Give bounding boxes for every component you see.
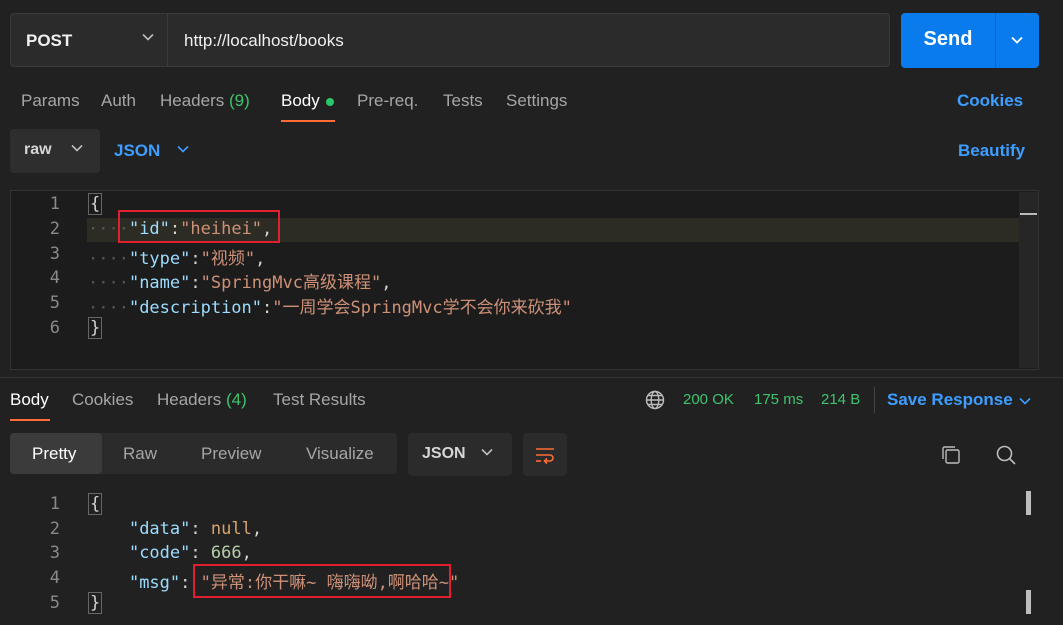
json-value: "一周学会SpringMvc学不会你来砍我" xyxy=(272,298,572,318)
tab-prereq[interactable]: Pre-req. xyxy=(357,91,418,111)
code-line: { xyxy=(88,193,103,215)
view-raw-button[interactable]: Raw xyxy=(123,444,157,464)
tab-headers[interactable]: Headers (9) xyxy=(160,91,250,111)
code-line: } xyxy=(88,317,103,339)
line-number: 4 xyxy=(49,568,60,588)
code-line: "code": 666, xyxy=(128,543,252,563)
headers-count: (9) xyxy=(229,91,250,110)
response-tab-cookies[interactable]: Cookies xyxy=(72,390,133,410)
response-size[interactable]: 214 B xyxy=(821,391,860,408)
scrollbar-marker xyxy=(1020,213,1037,215)
code-line: } xyxy=(88,592,103,614)
line-number: 6 xyxy=(49,318,60,338)
json-value: null xyxy=(210,519,252,539)
editor-scrollbar[interactable] xyxy=(1019,192,1038,368)
body-modified-dot xyxy=(326,98,334,106)
json-key: "data" xyxy=(128,519,191,539)
response-tab-test-results[interactable]: Test Results xyxy=(273,390,366,410)
send-label: Send xyxy=(923,28,973,50)
pane-divider[interactable] xyxy=(0,377,1063,378)
response-time[interactable]: 175 ms xyxy=(754,391,803,408)
json-value: 666 xyxy=(210,543,242,563)
active-tab-underline xyxy=(10,419,50,421)
response-tab-headers[interactable]: Headers (4) xyxy=(157,390,247,410)
line-number: 3 xyxy=(49,244,60,264)
open-brace: { xyxy=(88,193,103,215)
response-scrollbar[interactable] xyxy=(1026,491,1031,515)
close-brace: } xyxy=(88,317,103,339)
response-tab-body[interactable]: Body xyxy=(10,390,49,410)
line-number: 2 xyxy=(49,519,60,539)
url-text: http://localhost/books xyxy=(184,31,344,50)
code-line: "data": null, xyxy=(128,519,263,539)
wrap-lines-button[interactable] xyxy=(523,433,567,476)
response-language-select[interactable]: JSON xyxy=(408,433,512,476)
open-brace: { xyxy=(88,493,103,515)
response-language-label: JSON xyxy=(422,445,466,462)
active-tab-underline xyxy=(281,120,335,122)
view-visualize-button[interactable]: Visualize xyxy=(306,444,374,464)
beautify-button[interactable]: Beautify xyxy=(958,141,1025,161)
tab-headers-label: Headers xyxy=(160,91,225,110)
close-brace: } xyxy=(88,592,103,614)
response-headers-count: (4) xyxy=(226,390,247,409)
response-tab-headers-label: Headers xyxy=(157,390,222,409)
view-preview-button[interactable]: Preview xyxy=(201,444,261,464)
json-key: "name" xyxy=(128,273,191,293)
save-response-button[interactable]: Save Response xyxy=(887,390,1013,410)
status-code[interactable]: 200 OK xyxy=(683,391,734,408)
line-number: 5 xyxy=(49,593,60,613)
json-value: "SpringMvc高级课程" xyxy=(200,273,382,293)
line-number: 2 xyxy=(49,219,60,239)
tab-params[interactable]: Params xyxy=(21,91,80,111)
json-key: "msg" xyxy=(128,573,181,593)
wrap-lines-icon xyxy=(536,448,554,465)
line-number: 1 xyxy=(49,494,60,514)
chevron-down-icon xyxy=(1011,36,1023,44)
chevron-down-icon xyxy=(480,444,494,464)
json-key: "type" xyxy=(128,249,191,269)
tab-body[interactable]: Body xyxy=(281,91,320,111)
body-mode-select[interactable]: raw xyxy=(10,129,100,173)
send-button[interactable]: Send xyxy=(901,13,995,68)
url-input[interactable]: http://localhost/books xyxy=(168,13,890,67)
method-label: POST xyxy=(26,31,73,50)
view-pretty-button[interactable]: Pretty xyxy=(32,444,76,464)
line-number: 3 xyxy=(49,543,60,563)
code-line: { xyxy=(88,493,103,515)
tab-settings[interactable]: Settings xyxy=(506,91,567,111)
code-line: ····"description":"一周学会SpringMvc学不会你来砍我" xyxy=(88,298,572,318)
annotation-highlight-box xyxy=(118,210,280,243)
send-options-button[interactable] xyxy=(995,13,1039,68)
body-language-select[interactable]: JSON xyxy=(114,141,160,161)
globe-icon[interactable] xyxy=(644,389,666,416)
line-number: 5 xyxy=(49,293,60,313)
body-mode-label: raw xyxy=(24,141,52,158)
chevron-down-icon[interactable] xyxy=(176,141,190,161)
json-key: "description" xyxy=(128,298,263,318)
tab-tests[interactable]: Tests xyxy=(443,91,483,111)
method-select[interactable]: POST xyxy=(10,13,168,67)
json-value: "视频" xyxy=(200,249,256,269)
chevron-down-icon[interactable] xyxy=(1018,393,1032,413)
chevron-down-icon xyxy=(70,140,84,160)
separator xyxy=(874,387,875,413)
search-icon[interactable] xyxy=(995,444,1017,471)
tab-auth[interactable]: Auth xyxy=(101,91,136,111)
line-number: 1 xyxy=(49,194,60,214)
json-key: "code" xyxy=(128,543,191,563)
code-line: ····"type":"视频", xyxy=(88,249,266,269)
response-scrollbar[interactable] xyxy=(1026,590,1031,614)
annotation-highlight-box xyxy=(193,564,451,598)
line-number: 4 xyxy=(49,268,60,288)
code-line: ····"name":"SpringMvc高级课程", xyxy=(88,273,392,293)
chevron-down-icon xyxy=(141,29,155,49)
cookies-link[interactable]: Cookies xyxy=(957,91,1023,111)
copy-icon[interactable] xyxy=(940,444,962,471)
